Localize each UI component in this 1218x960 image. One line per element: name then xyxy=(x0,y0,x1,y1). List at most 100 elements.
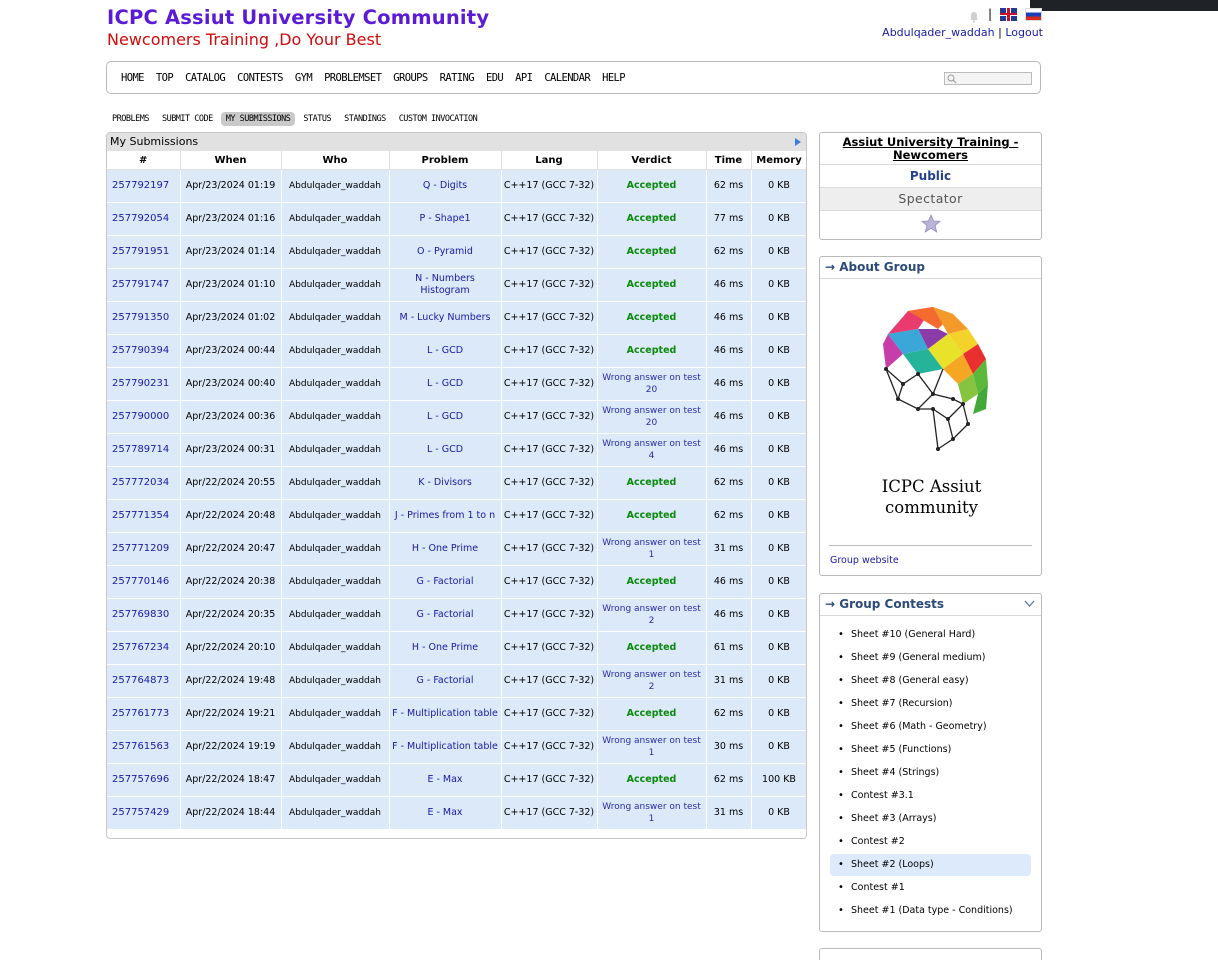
submission-id-link[interactable]: 257789714 xyxy=(112,444,169,455)
menu-item-rating[interactable]: RATING xyxy=(440,72,475,84)
contest-list-item[interactable]: Contest #2 xyxy=(830,831,1031,853)
group-website-link[interactable]: Group website xyxy=(830,555,899,566)
menu-item-api[interactable]: API xyxy=(515,72,533,84)
submission-id-link[interactable]: 257791951 xyxy=(112,246,169,257)
problem-link[interactable]: G - Factorial xyxy=(416,576,473,587)
expand-arrow-icon[interactable] xyxy=(795,138,801,146)
problem-link[interactable]: M - Lucky Numbers xyxy=(400,312,491,323)
problem-link[interactable]: N - Numbers Histogram xyxy=(415,273,475,296)
subnav-my-submissions[interactable]: MY SUBMISSIONS xyxy=(220,112,296,126)
subnav-submit-code[interactable]: SUBMIT CODE xyxy=(157,112,218,126)
subnav-custom-invocation[interactable]: CUSTOM INVOCATION xyxy=(394,112,483,126)
contest-list-item[interactable]: Sheet #3 (Arrays) xyxy=(830,808,1031,830)
submission-id-link[interactable]: 257790231 xyxy=(112,378,169,389)
chevron-down-icon[interactable] xyxy=(1024,600,1035,608)
menu-item-groups[interactable]: GROUPS xyxy=(393,72,428,84)
submission-id-link[interactable]: 257761773 xyxy=(112,708,169,719)
submission-time: Apr/22/2024 20:10 xyxy=(185,642,276,653)
menu-item-edu[interactable]: EDU xyxy=(486,72,504,84)
contest-list-item[interactable]: Sheet #9 (General medium) xyxy=(830,647,1031,669)
contest-list-item[interactable]: Contest #1 xyxy=(830,877,1031,899)
russian-flag-icon[interactable] xyxy=(1025,7,1042,21)
table-row: 257764873 Apr/22/2024 19:48 Abdulqader_wad… xyxy=(107,664,806,698)
submission-time-used: 46 ms xyxy=(713,609,744,620)
problem-link[interactable]: L - GCD xyxy=(427,378,463,389)
contest-list-item[interactable]: Sheet #5 (Functions) xyxy=(830,739,1031,761)
submission-id-link[interactable]: 257792197 xyxy=(112,180,169,191)
submission-id-link[interactable]: 257792054 xyxy=(112,213,169,224)
submission-id-link[interactable]: 257771209 xyxy=(112,543,169,554)
submission-verdict: Wrong answer on test 20 xyxy=(602,373,701,395)
problem-link[interactable]: G - Factorial xyxy=(416,675,473,686)
submission-id-link[interactable]: 257769830 xyxy=(112,609,169,620)
problem-link[interactable]: G - Factorial xyxy=(416,609,473,620)
submission-id-link[interactable]: 257790000 xyxy=(112,411,169,422)
site-title[interactable]: ICPC Assiut University Community xyxy=(107,6,489,29)
problem-link[interactable]: L - GCD xyxy=(427,345,463,356)
browser-overlay-bar xyxy=(1030,0,1218,11)
table-row: 257790000 Apr/23/2024 00:36 Abdulqader_wad… xyxy=(107,400,806,434)
contest-list-item[interactable]: Contest #3.1 xyxy=(830,785,1031,807)
submission-id-link[interactable]: 257791747 xyxy=(112,279,169,290)
submission-id-link[interactable]: 257771354 xyxy=(112,510,169,521)
submission-id-link[interactable]: 257757696 xyxy=(112,774,169,785)
submission-id-link[interactable]: 257767234 xyxy=(112,642,169,653)
problem-link[interactable]: F - Multiplication table xyxy=(392,741,498,752)
submission-memory: 0 KB xyxy=(768,246,790,257)
subnav-status[interactable]: STATUS xyxy=(298,112,336,126)
submission-id-link[interactable]: 257764873 xyxy=(112,675,169,686)
menu-item-help[interactable]: HELP xyxy=(602,72,625,84)
problem-link[interactable]: E - Max xyxy=(427,807,462,818)
submission-author: Abdulqader_waddah xyxy=(289,709,381,719)
separator: | xyxy=(998,26,1002,39)
contest-list-item[interactable]: Sheet #1 (Data type - Conditions) xyxy=(830,900,1031,922)
subnav-problems[interactable]: PROBLEMS xyxy=(107,112,154,126)
menu-item-calendar[interactable]: CALENDAR xyxy=(544,72,590,84)
menu-item-top[interactable]: TOP xyxy=(156,72,174,84)
submission-memory: 0 KB xyxy=(768,510,790,521)
search-input[interactable] xyxy=(944,72,1032,85)
problem-link[interactable]: H - One Prime xyxy=(412,642,478,653)
english-flag-icon[interactable] xyxy=(1000,7,1017,21)
submission-id-link[interactable]: 257790394 xyxy=(112,345,169,356)
submission-id-link[interactable]: 257791350 xyxy=(112,312,169,323)
contest-list-item[interactable]: Sheet #10 (General Hard) xyxy=(830,624,1031,646)
submission-id-link[interactable]: 257772034 xyxy=(112,477,169,488)
menu-item-catalog[interactable]: CATALOG xyxy=(185,72,226,84)
favorite-star-container xyxy=(820,210,1041,239)
menu-item-contests[interactable]: CONTESTS xyxy=(237,72,283,84)
menu-item-home[interactable]: HOME xyxy=(121,72,144,84)
username-link[interactable]: Abdulqader_waddah xyxy=(882,26,994,39)
contest-list-item[interactable]: Sheet #7 (Recursion) xyxy=(830,693,1031,715)
group-info-panel: Assiut University Training - Newcomers P… xyxy=(819,132,1042,240)
column-header: Time xyxy=(706,151,752,170)
contest-list-item[interactable]: Sheet #4 (Strings) xyxy=(830,762,1031,784)
problem-link[interactable]: E - Max xyxy=(427,774,462,785)
problem-link[interactable]: P - Shape1 xyxy=(420,213,471,224)
problem-link[interactable]: H - One Prime xyxy=(412,543,478,554)
submission-verdict: Accepted xyxy=(626,312,677,323)
submission-id-link[interactable]: 257761563 xyxy=(112,741,169,752)
logout-link[interactable]: Logout xyxy=(1005,26,1043,39)
contest-list-item[interactable]: Sheet #6 (Math - Geometry) xyxy=(830,716,1031,738)
submission-id-link[interactable]: 257757429 xyxy=(112,807,169,818)
problem-link[interactable]: L - GCD xyxy=(427,411,463,422)
problem-link[interactable]: O - Pyramid xyxy=(417,246,473,257)
problem-link[interactable]: K - Divisors xyxy=(418,477,472,488)
menu-item-problemset[interactable]: PROBLEMSET xyxy=(324,72,382,84)
star-icon[interactable] xyxy=(920,213,941,234)
submissions-title: My Submissions xyxy=(110,135,199,148)
submissions-table: # When Who Problem Lang Verdict Time Memory 257… xyxy=(107,151,806,830)
problem-link[interactable]: F - Multiplication table xyxy=(392,708,498,719)
menu-item-gym[interactable]: GYM xyxy=(295,72,313,84)
subnav-standings[interactable]: STANDINGS xyxy=(339,112,391,126)
notification-bell-icon[interactable] xyxy=(968,8,980,23)
contest-list-item[interactable]: Sheet #8 (General easy) xyxy=(830,670,1031,692)
submission-id-link[interactable]: 257770146 xyxy=(112,576,169,587)
problem-link[interactable]: L - GCD xyxy=(427,444,463,455)
problem-link[interactable]: Q - Digits xyxy=(423,180,467,191)
contest-list-item[interactable]: Sheet #2 (Loops) xyxy=(830,854,1031,876)
submission-author: Abdulqader_waddah xyxy=(289,544,381,554)
group-title-link[interactable]: Assiut University Training - Newcomers xyxy=(820,133,1041,164)
problem-link[interactable]: J - Primes from 1 to n xyxy=(395,510,495,521)
